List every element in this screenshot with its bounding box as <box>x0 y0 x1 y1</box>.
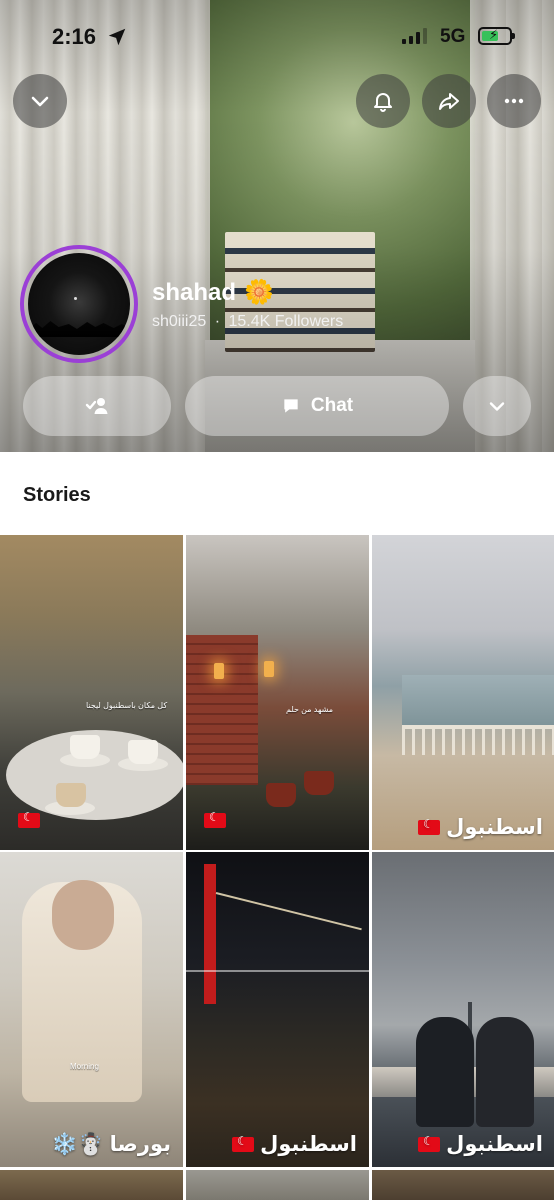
story-tile[interactable] <box>0 1170 183 1200</box>
profile-name: shahad 🌼 <box>152 278 274 307</box>
bell-icon <box>374 93 392 112</box>
story-overlay-text: Morning <box>70 1062 99 1071</box>
story-tile[interactable]: مشهد من حلم <box>186 535 369 850</box>
story-caption: اسطنبول <box>232 1132 357 1157</box>
story-caption: بورصا ☃️❄️ <box>51 1133 171 1156</box>
friend-status-button[interactable] <box>23 376 171 436</box>
story-caption: اسطنبول <box>418 1132 543 1157</box>
profile-subline: sh0iii25 · 15.4K Followers <box>152 313 343 331</box>
story-tile[interactable]: كل مكان باسطنبول ليجنا <box>0 535 183 850</box>
chat-bubble-icon <box>284 399 298 413</box>
status-time: 2:16 <box>52 24 97 49</box>
story-tile[interactable]: اسطنبول <box>186 852 369 1167</box>
avatar-story-ring[interactable] <box>20 245 138 363</box>
turkey-flag-icon <box>18 810 40 828</box>
location-arrow-icon <box>108 28 126 46</box>
chat-button[interactable]: Chat <box>185 376 449 436</box>
network-type: 5G <box>440 26 466 47</box>
follower-count[interactable]: 15.4K Followers <box>229 313 344 330</box>
collapse-button[interactable] <box>13 74 67 128</box>
story-tile[interactable]: Morning بورصا ☃️❄️ <box>0 852 183 1167</box>
story-tile[interactable]: اسطنبول <box>372 535 554 850</box>
display-name: shahad <box>152 278 237 306</box>
avatar <box>28 253 130 355</box>
turkey-flag-icon <box>204 810 226 828</box>
turkey-flag-icon <box>418 817 441 835</box>
subline-separator: · <box>214 313 221 330</box>
charging-bolt-icon: ⚡ <box>489 27 499 42</box>
expand-actions-button[interactable] <box>463 376 531 436</box>
username: sh0iii25 <box>152 313 207 330</box>
story-overlay-text: كل مكان باسطنبول ليجنا <box>86 701 168 710</box>
turkey-flag-icon <box>418 1134 441 1152</box>
friend-check-icon <box>85 398 108 414</box>
name-emoji: 🌼 <box>244 279 274 306</box>
stories-heading: Stories <box>23 484 91 506</box>
story-tile[interactable]: اسطنبول <box>372 852 554 1167</box>
share-button[interactable] <box>422 74 476 128</box>
status-bar: 2:16 5G ⚡ <box>0 18 554 58</box>
more-options-button[interactable] <box>487 74 541 128</box>
more-dots-icon <box>504 98 524 104</box>
notifications-button[interactable] <box>356 74 410 128</box>
story-tile[interactable] <box>186 1170 369 1200</box>
story-overlay-text: مشهد من حلم <box>286 705 334 714</box>
chevron-down-icon <box>31 96 49 107</box>
turkey-flag-icon <box>232 1134 255 1152</box>
battery-icon: ⚡ <box>478 27 515 45</box>
story-tile[interactable] <box>372 1170 554 1200</box>
share-arrow-icon <box>439 93 459 110</box>
chevron-down-icon <box>489 402 505 411</box>
story-caption: اسطنبول <box>418 815 543 840</box>
cellular-signal-icon <box>402 28 427 44</box>
chat-label: Chat <box>310 395 354 416</box>
